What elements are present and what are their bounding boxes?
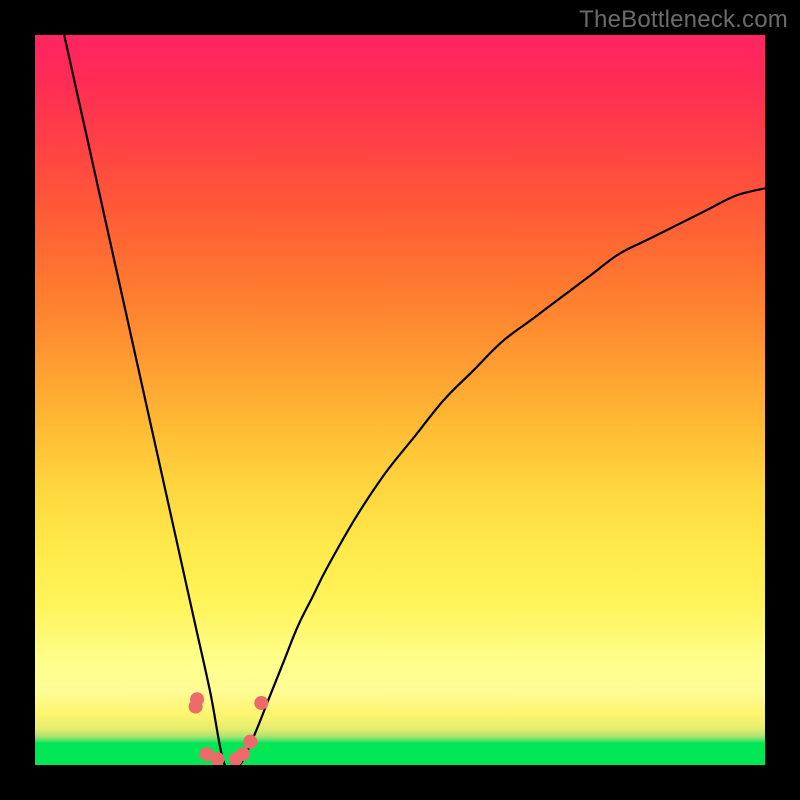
marker-dot [254, 696, 268, 710]
plot-area [35, 35, 765, 765]
marker-dot [236, 747, 250, 761]
watermark-text: TheBottleneck.com [579, 6, 788, 34]
chart-root: TheBottleneck.com [0, 0, 800, 800]
marker-dot [243, 735, 257, 749]
marker-dot [189, 700, 203, 714]
bottleneck-curve [64, 35, 765, 765]
chart-svg [35, 35, 765, 765]
